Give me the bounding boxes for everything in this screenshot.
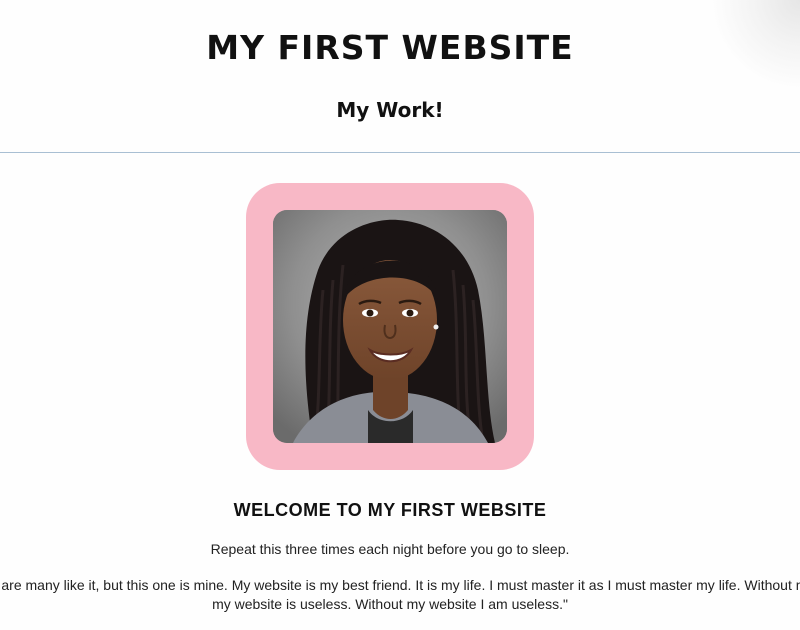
header-divider [0,152,800,153]
page-subtitle: My Work! [336,98,444,122]
page: MY FIRST WEBSITE My Work! WELCOME TO MY … [0,0,800,630]
intro-text: Repeat this three times each night befor… [210,541,570,557]
creed-text: There are many like it, but this one is … [0,577,800,612]
portrait-image [273,210,507,443]
profile-photo-frame [246,183,534,470]
profile-photo [273,210,507,443]
welcome-heading: WELCOME TO MY FIRST WEBSITE [233,500,547,520]
site-title: MY FIRST WEBSITE [206,28,574,67]
